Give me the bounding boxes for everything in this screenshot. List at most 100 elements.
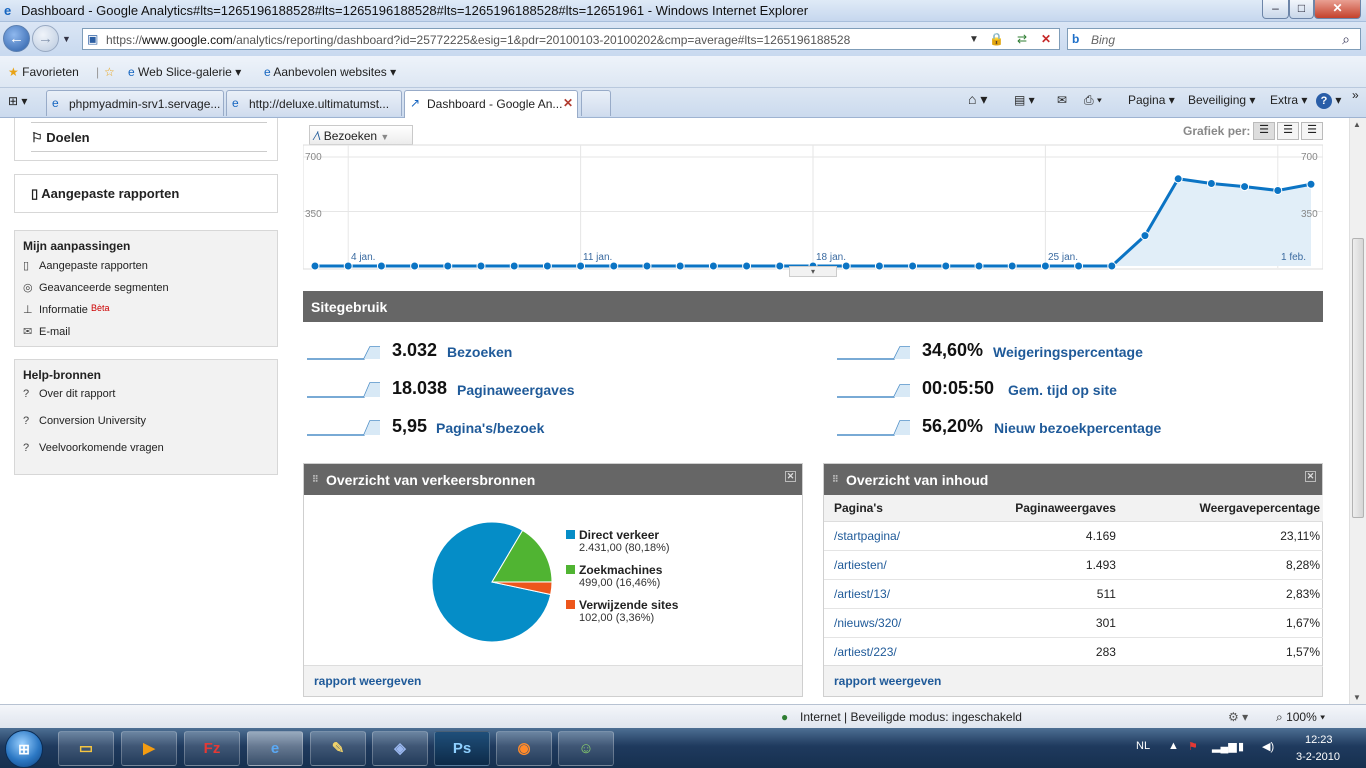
stop-icon[interactable]: ✕ (1041, 32, 1051, 46)
language-indicator[interactable]: NL (1136, 740, 1150, 752)
new-tab-button[interactable] (581, 90, 611, 116)
close-icon[interactable]: ✕ (1305, 471, 1316, 482)
quick-tabs-icon[interactable]: ⊞ ▾ (8, 94, 27, 108)
safety-menu[interactable]: Beveiliging ▾ (1188, 93, 1255, 107)
page-link[interactable]: /startpagina/ (824, 521, 949, 551)
maximize-button[interactable]: □ (1289, 0, 1314, 19)
page-link[interactable]: /artiest/13/ (824, 579, 949, 609)
refresh-icon[interactable]: ⇄ (1017, 32, 1027, 46)
advanced-segments-item[interactable]: ◎ Geavanceerde segmenten (23, 281, 277, 295)
data-point[interactable] (708, 261, 718, 271)
feeds-icon[interactable]: ▤ ▾ (1014, 93, 1035, 107)
data-point[interactable] (1206, 178, 1216, 188)
custom-reports-section[interactable]: ▯ Aangepaste rapporten (14, 174, 278, 213)
data-point[interactable] (908, 261, 918, 271)
data-point[interactable] (1040, 261, 1050, 271)
conversion-university-item[interactable]: ? Conversion University (23, 415, 277, 429)
data-point[interactable] (1173, 174, 1183, 184)
page-link[interactable]: /artiest/223/ (824, 637, 949, 667)
page-link[interactable]: /nieuws/320/ (824, 608, 949, 638)
goals-link[interactable]: ⚐ Doelen (31, 130, 90, 146)
custom-reports-link[interactable]: ▯ Aangepaste rapporten (31, 186, 179, 202)
page-menu[interactable]: Pagina ▾ (1128, 93, 1175, 107)
start-button[interactable]: ⊞ (5, 730, 43, 768)
drag-handle-icon[interactable]: ⠿ (312, 474, 319, 485)
data-point[interactable] (1107, 261, 1117, 271)
recent-pages-dropdown-icon[interactable]: ▼ (62, 34, 71, 44)
clock-time[interactable]: 12:23 (1305, 734, 1333, 746)
flag-icon[interactable]: ⚑ (1188, 740, 1198, 753)
address-dropdown-icon[interactable]: ▼ (969, 34, 979, 45)
internet-explorer-icon[interactable]: e (247, 731, 303, 766)
graph-resize-handle[interactable]: ▾ (789, 266, 837, 277)
scroll-down-icon[interactable]: ▼ (1353, 693, 1361, 702)
minimize-button[interactable]: – (1262, 0, 1289, 19)
data-point[interactable] (675, 261, 685, 271)
zone-status[interactable]: Internet | Beveiligde modus: ingeschakel… (800, 710, 1022, 724)
data-point[interactable] (343, 261, 353, 271)
data-point[interactable] (509, 261, 519, 271)
add-favorite-icon[interactable]: ☆ (104, 65, 115, 79)
help-menu[interactable]: ? ▾ (1316, 93, 1341, 109)
photoshop-icon[interactable]: Ps (434, 731, 490, 766)
tab-deluxe[interactable]: e http://deluxe.ultimatumst... (226, 90, 402, 116)
show-hidden-icons[interactable]: ▲ (1168, 740, 1179, 752)
clock-date[interactable]: 3-2-2010 (1296, 751, 1340, 763)
data-point[interactable] (1140, 231, 1150, 241)
about-report-item[interactable]: ? Over dit rapport (23, 388, 277, 402)
data-point[interactable] (410, 261, 420, 271)
messenger-icon[interactable]: ☺ (558, 731, 614, 766)
data-point[interactable] (874, 261, 884, 271)
app-icon[interactable]: ◈ (372, 731, 428, 766)
protected-mode-icon[interactable]: ⚙ ▾ (1228, 710, 1248, 724)
lock-icon[interactable]: 🔒 (989, 32, 1004, 46)
explorer-icon[interactable]: ▭ (58, 731, 114, 766)
data-point[interactable] (1240, 182, 1250, 192)
data-point[interactable] (974, 261, 984, 271)
data-point[interactable] (542, 261, 552, 271)
data-point[interactable] (742, 261, 752, 271)
column-header[interactable]: Pagina's (824, 495, 949, 522)
data-point[interactable] (941, 261, 951, 271)
address-input[interactable]: ▣ https://www.google.com/analytics/repor… (82, 28, 1060, 50)
volume-icon[interactable]: ◀) (1262, 740, 1274, 753)
data-point[interactable] (841, 261, 851, 271)
firefox-icon[interactable]: ◉ (496, 731, 552, 766)
data-point[interactable] (609, 261, 619, 271)
data-point[interactable] (1273, 185, 1283, 195)
search-icon[interactable]: ⌕ (1342, 31, 1350, 48)
data-point[interactable] (1306, 179, 1316, 189)
data-point[interactable] (775, 261, 785, 271)
data-point[interactable] (476, 261, 486, 271)
data-point[interactable] (310, 261, 320, 271)
close-icon[interactable]: ✕ (785, 471, 796, 482)
vertical-scrollbar[interactable]: ▲ ▼ (1349, 118, 1366, 704)
close-tab-icon[interactable]: ✕ (563, 96, 573, 110)
tools-menu[interactable]: Extra ▾ (1270, 93, 1307, 107)
column-header[interactable]: Paginaweergaves (948, 495, 1124, 522)
data-point[interactable] (642, 261, 652, 271)
drag-handle-icon[interactable]: ⠿ (832, 474, 839, 485)
scrollbar-thumb[interactable] (1352, 238, 1364, 518)
media-player-icon[interactable]: ▶ (121, 731, 177, 766)
email-item[interactable]: ✉ E-mail (23, 325, 277, 339)
web-slice-gallery[interactable]: e Web Slice-galerie ▾ (128, 65, 241, 79)
notepad-icon[interactable]: ✎ (310, 731, 366, 766)
forward-button[interactable]: → (32, 25, 59, 52)
home-icon[interactable]: ⌂ ▾ (968, 91, 987, 108)
intelligence-item[interactable]: ⊥ Informatie Bèta (23, 303, 277, 317)
data-point[interactable] (576, 261, 586, 271)
tab-phpmyadmin[interactable]: e phpmyadmin-srv1.servage... (46, 90, 224, 116)
scroll-up-icon[interactable]: ▲ (1353, 120, 1361, 129)
faq-item[interactable]: ? Veelvoorkomende vragen (23, 442, 277, 456)
close-button[interactable]: ✕ (1314, 0, 1361, 19)
favorites-button[interactable]: ★ Favorieten (8, 65, 79, 79)
page-link[interactable]: /artiesten/ (824, 550, 949, 580)
column-header[interactable]: Weergavepercentage (1123, 495, 1323, 522)
data-point[interactable] (376, 261, 386, 271)
custom-reports-item[interactable]: ▯ Aangepaste rapporten (23, 259, 277, 273)
goals-section[interactable]: ⚐ Doelen (14, 118, 278, 161)
print-icon[interactable]: ⎙ ▾ (1084, 93, 1102, 108)
data-point[interactable] (1007, 261, 1017, 271)
mail-icon[interactable]: ✉ (1057, 93, 1067, 107)
